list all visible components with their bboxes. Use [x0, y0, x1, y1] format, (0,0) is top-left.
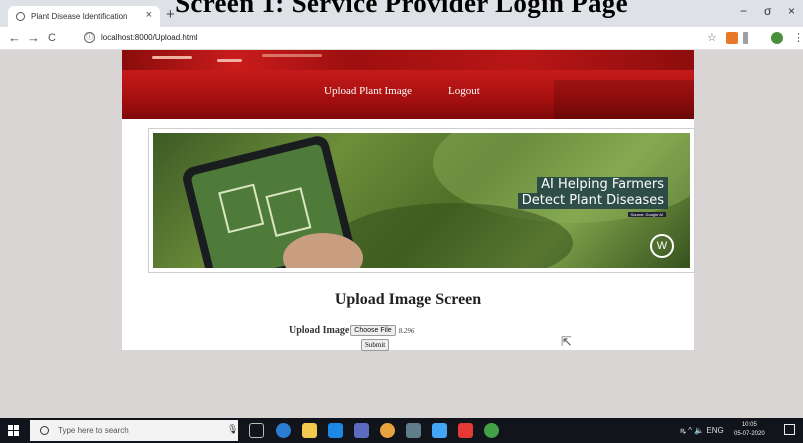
back-button[interactable]: ←	[8, 30, 21, 45]
app-icon[interactable]	[406, 423, 421, 438]
notification-icon[interactable]	[784, 424, 795, 435]
mouse-cursor-icon: ⇱	[561, 334, 572, 349]
submit-button[interactable]: Submit	[361, 339, 390, 351]
address-bar[interactable]: localhost:8000/Upload.html	[101, 33, 198, 42]
extension-icon[interactable]	[726, 32, 738, 44]
bookmark-star-icon[interactable]: ☆	[707, 31, 717, 44]
hero-caption: AI Helping Farmers Detect Plant Diseases	[517, 177, 668, 209]
hero-line-1: AI Helping Farmers	[537, 177, 668, 193]
hero-line-2: Detect Plant Diseases	[517, 193, 668, 209]
site-container: Upload Plant Image Logout AI Helping Far…	[122, 50, 695, 351]
start-button[interactable]	[8, 425, 20, 437]
profile-avatar-icon[interactable]	[771, 32, 783, 44]
chrome-icon[interactable]	[380, 423, 395, 438]
nav-upload-plant-image[interactable]: Upload Plant Image	[324, 85, 412, 97]
reload-button[interactable]: C	[48, 32, 56, 44]
document-caption: Screen 1: Service Provider Login Page	[175, 0, 628, 18]
clock-time: 10:05	[741, 422, 757, 428]
system-tray[interactable]: ꝶ ^ 🔈 ENG	[680, 425, 724, 436]
store-icon[interactable]	[328, 423, 343, 438]
file-explorer-icon[interactable]	[302, 423, 317, 438]
site-navigation: Upload Plant Image Logout	[122, 70, 694, 119]
menu-icon[interactable]: ⋮	[793, 31, 803, 44]
hero-logo-icon: W	[650, 234, 674, 258]
clock-date: 05-07-2020	[734, 431, 765, 437]
info-icon[interactable]: ⓘ	[84, 32, 95, 43]
selected-file-name: 8.296	[398, 326, 415, 335]
site-banner	[122, 50, 694, 70]
page-title: Upload Image Screen	[334, 291, 482, 308]
nav-logout[interactable]: Logout	[448, 85, 480, 97]
app-icon[interactable]	[484, 423, 499, 438]
pdf-icon[interactable]	[458, 423, 473, 438]
forward-button[interactable]: →	[27, 30, 40, 45]
task-view-icon[interactable]	[249, 423, 264, 438]
hero-image: AI Helping Farmers Detect Plant Diseases…	[153, 133, 690, 268]
taskbar-search[interactable]: Type here to search	[30, 420, 238, 441]
windows-taskbar: Type here to search 🎙 ꝶ ^ 🔈 ENG 10:05 05…	[0, 418, 803, 443]
browser-toolbar: ← → C ⓘ localhost:8000/Upload.html ☆ ⋮	[0, 27, 803, 50]
hero-image-frame: AI Helping Farmers Detect Plant Diseases…	[148, 128, 695, 273]
app-icon[interactable]	[432, 423, 447, 438]
hero-source: Source: Google AI	[627, 212, 666, 217]
upload-form: Upload Image Choose File 8.296	[289, 325, 414, 336]
choose-file-button[interactable]: Choose File	[350, 325, 396, 336]
edge-icon[interactable]	[276, 423, 291, 438]
microphone-icon[interactable]: 🎙	[227, 424, 238, 435]
extension-icon[interactable]	[743, 32, 748, 44]
taskbar-clock[interactable]: 10:05 05-07-2020	[734, 421, 765, 439]
search-icon	[40, 426, 49, 435]
upload-image-label: Upload Image	[289, 325, 350, 336]
app-icon[interactable]	[354, 423, 369, 438]
search-placeholder: Type here to search	[58, 426, 129, 435]
